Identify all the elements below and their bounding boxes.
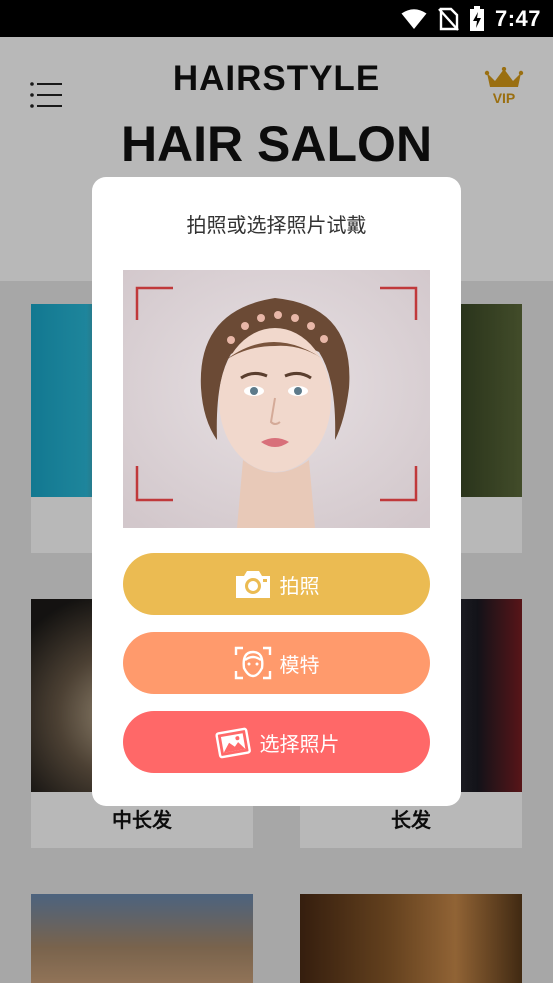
model-preview-image [123,270,430,528]
wifi-icon [401,9,427,29]
select-photo-button[interactable]: 选择照片 [123,711,430,773]
status-icons: 7:47 [401,6,541,32]
try-on-dialog: 拍照或选择照片试戴 拍照 模特 选择照片 [92,177,461,806]
gallery-icon [214,727,251,759]
face-scan-icon [234,646,271,680]
battery-charging-icon [469,6,484,31]
select-photo-label: 选择照片 [259,731,340,756]
status-time: 7:47 [494,6,541,31]
status-bar: 7:47 [0,0,553,37]
model-label: 模特 [279,652,320,677]
camera-icon [235,571,270,598]
take-photo-label: 拍照 [279,573,320,598]
take-photo-button[interactable]: 拍照 [123,553,430,615]
model-button[interactable]: 模特 [123,632,430,694]
no-sim-icon [438,7,459,31]
dialog-title: 拍照或选择照片试戴 [186,213,367,237]
